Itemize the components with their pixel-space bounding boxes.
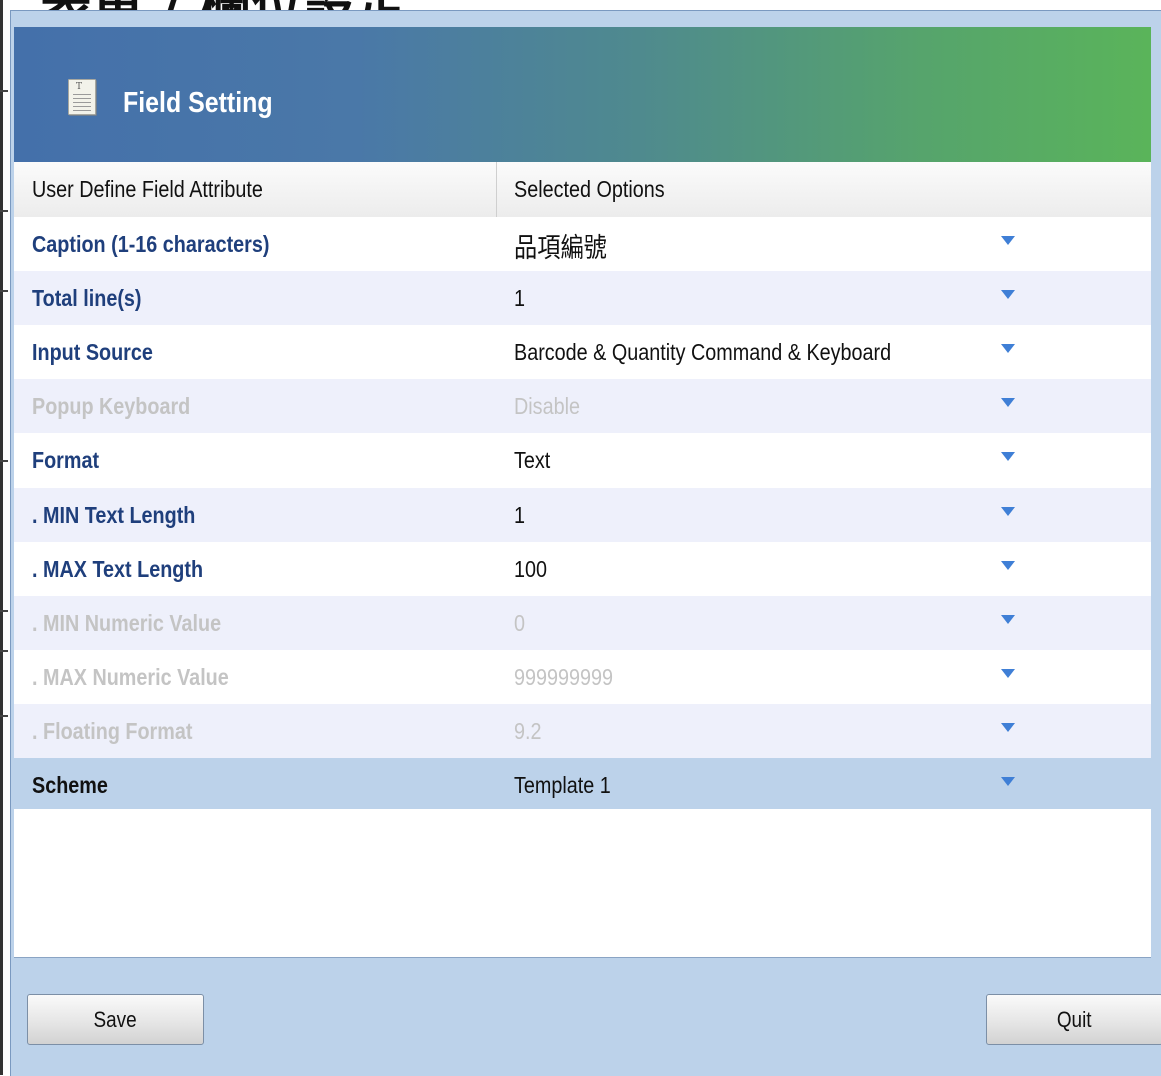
option-value[interactable]: Barcode & Quantity Command & Keyboard — [514, 339, 891, 366]
table-row[interactable]: Input Source Barcode & Quantity Command &… — [14, 325, 1151, 379]
attribute-label: Format — [32, 447, 100, 473]
option-value[interactable]: 100 — [514, 556, 547, 583]
attribute-label: . MIN Numeric Value — [32, 610, 222, 636]
page-heading: 表單 / 欄位設定 — [40, 0, 407, 10]
table-row[interactable]: . MAX Numeric Value 999999999 — [14, 650, 1151, 704]
attribute-label: Input Source — [32, 339, 153, 365]
dropdown-arrow-icon[interactable] — [1001, 452, 1015, 461]
option-value: 999999999 — [514, 664, 614, 690]
option-value[interactable]: Template 1 — [514, 772, 611, 799]
edge-mark — [0, 210, 8, 212]
dropdown-arrow-icon[interactable] — [1001, 777, 1015, 786]
option-value[interactable]: 品項編號 — [514, 226, 607, 265]
table-header: User Define Field Attribute Selected Opt… — [14, 162, 1151, 218]
table-row[interactable]: . Floating Format 9.2 — [14, 704, 1151, 758]
table-row[interactable]: Total line(s) 1 — [14, 271, 1151, 325]
table-row[interactable]: . MAX Text Length 100 — [14, 542, 1151, 596]
attribute-label: . MAX Text Length — [32, 556, 204, 582]
attribute-label: . MIN Text Length — [32, 502, 196, 528]
table-row[interactable]: Format Text — [14, 433, 1151, 487]
edge-mark — [0, 290, 8, 292]
attribute-label: . Floating Format — [32, 718, 193, 744]
dropdown-arrow-icon[interactable] — [1001, 344, 1015, 353]
dropdown-arrow-icon — [1001, 398, 1015, 407]
table-row[interactable]: . MIN Numeric Value 0 — [14, 596, 1151, 650]
table-row[interactable]: Scheme Template 1 — [14, 758, 1151, 809]
option-value[interactable]: Text — [514, 447, 550, 474]
edge-mark — [0, 460, 8, 462]
attribute-label: Total line(s) — [32, 285, 142, 311]
dropdown-arrow-icon — [1001, 723, 1015, 732]
edge-mark — [0, 90, 8, 92]
edge-mark — [0, 610, 8, 612]
option-value: Disable — [514, 393, 580, 419]
edge-mark — [0, 715, 8, 717]
quit-button[interactable]: Quit — [986, 994, 1161, 1045]
dialog-title: Field Setting — [123, 87, 273, 119]
column-header-options: Selected Options — [514, 176, 665, 202]
edge-mark — [0, 650, 8, 652]
column-divider — [496, 162, 497, 217]
option-value: 0 — [514, 610, 526, 636]
attribute-label: . MAX Numeric Value — [32, 664, 229, 690]
document-icon: T — [68, 79, 96, 115]
attribute-label: Caption (1-16 characters) — [32, 231, 270, 257]
option-value[interactable]: 1 — [514, 502, 525, 529]
dropdown-arrow-icon[interactable] — [1001, 507, 1015, 516]
window-left-edge — [0, 0, 3, 1075]
dropdown-arrow-icon[interactable] — [1001, 236, 1015, 245]
dropdown-arrow-icon[interactable] — [1001, 290, 1015, 299]
table-row[interactable]: . MIN Text Length 1 — [14, 488, 1151, 542]
column-header-attribute: User Define Field Attribute — [32, 176, 263, 202]
attribute-table: User Define Field Attribute Selected Opt… — [14, 162, 1151, 958]
attribute-label: Scheme — [32, 772, 108, 798]
dropdown-arrow-icon[interactable] — [1001, 561, 1015, 570]
table-row[interactable]: Caption (1-16 characters) 品項編號 — [14, 217, 1151, 271]
save-button[interactable]: Save — [27, 994, 204, 1045]
option-value: 9.2 — [514, 718, 542, 744]
dropdown-arrow-icon — [1001, 615, 1015, 624]
dialog-header: T Field Setting — [14, 27, 1151, 162]
table-row[interactable]: Popup Keyboard Disable — [14, 379, 1151, 433]
option-value[interactable]: 1 — [514, 285, 525, 312]
dropdown-arrow-icon — [1001, 669, 1015, 678]
attribute-label: Popup Keyboard — [32, 393, 191, 419]
